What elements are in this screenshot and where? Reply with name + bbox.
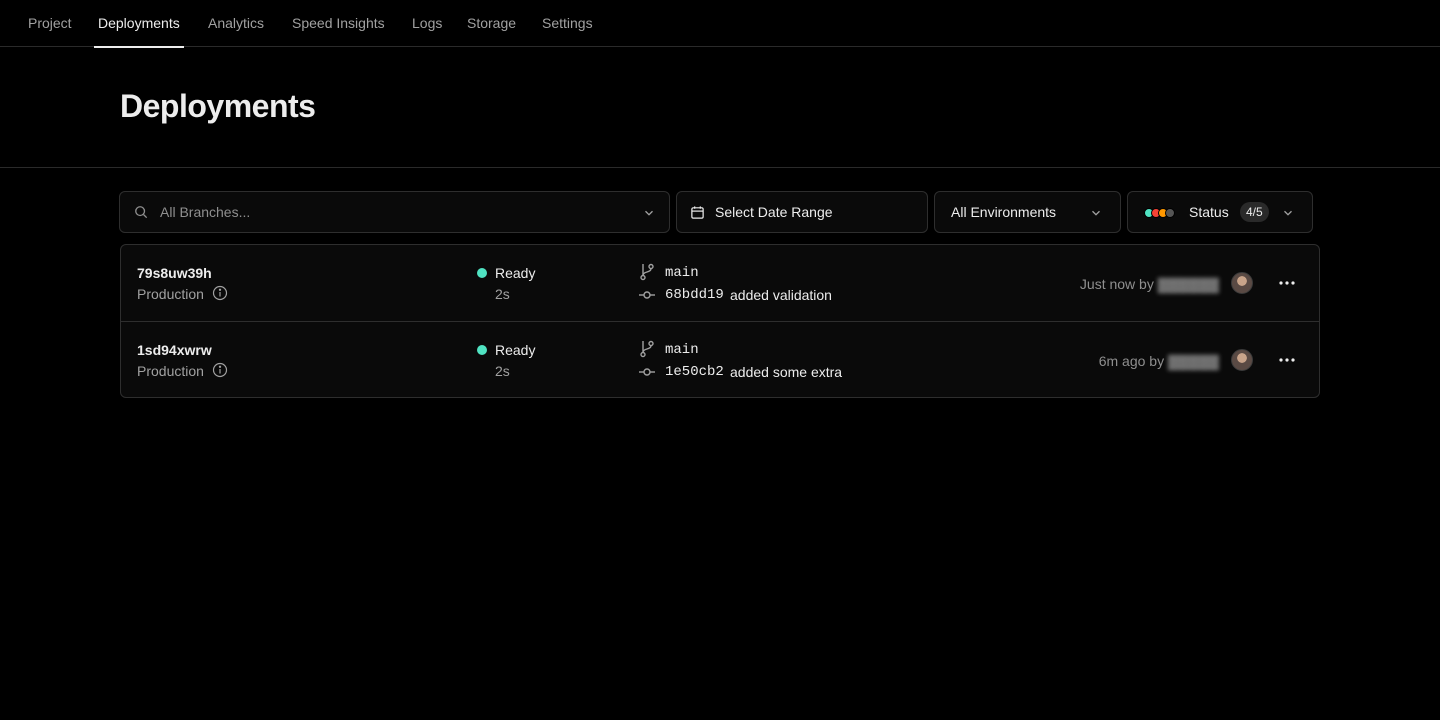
chevron-down-icon: [1092, 210, 1100, 216]
status-dots-icon: [1144, 208, 1178, 218]
deployment-meta: Just now by ▓▓▓▓▓▓: [1080, 276, 1219, 292]
deployment-meta: 6m ago by ▓▓▓▓▓: [1099, 353, 1219, 369]
deployment-row[interactable]: 1sd94xwrw Production Ready 2s main 1e50c…: [121, 321, 1319, 397]
more-horizontal-icon[interactable]: [1275, 348, 1299, 372]
tab-logs[interactable]: Logs: [412, 0, 442, 47]
calendar-icon: [691, 206, 704, 219]
deployment-time: 6m ago by: [1098, 353, 1165, 369]
author-name: ▓▓▓▓▓: [1167, 353, 1219, 369]
chevron-down-icon: [645, 210, 653, 216]
status-label: Status: [1189, 204, 1229, 220]
deployment-time: Just now by: [1079, 276, 1154, 292]
author-name: ▓▓▓▓▓▓: [1157, 276, 1219, 292]
commit-sha[interactable]: 1e50cb2: [665, 364, 724, 380]
status-dot: [477, 345, 487, 355]
branch-name[interactable]: main: [665, 265, 699, 281]
status-count-badge: 4/5: [1240, 202, 1269, 222]
status-dot: [477, 268, 487, 278]
date-range-picker[interactable]: Select Date Range: [676, 191, 928, 233]
git-branch-icon: [640, 263, 654, 281]
branch-search-placeholder: All Branches...: [160, 204, 251, 220]
git-branch-icon: [640, 340, 654, 358]
commit-sha[interactable]: 68bdd19: [665, 287, 724, 303]
avatar[interactable]: [1231, 349, 1253, 371]
info-icon[interactable]: [212, 285, 228, 301]
avatar[interactable]: [1231, 272, 1253, 294]
environment-select[interactable]: All Environments: [934, 191, 1121, 233]
tab-analytics[interactable]: Analytics: [208, 0, 264, 47]
deployment-environment: Production: [137, 286, 204, 302]
commit-message: added validation: [730, 287, 832, 303]
page-title: Deployments: [120, 88, 316, 124]
branch-name[interactable]: main: [665, 342, 699, 358]
status-filter[interactable]: Status 4/5: [1127, 191, 1313, 233]
branch-search-input[interactable]: All Branches...: [119, 191, 670, 233]
deployment-duration: 2s: [495, 286, 510, 302]
deployment-status: Ready: [495, 342, 536, 358]
deployments-list: 79s8uw39h Production Ready 2s main 68bdd…: [120, 244, 1320, 398]
more-horizontal-icon[interactable]: [1275, 271, 1299, 295]
search-icon: [135, 206, 148, 219]
date-range-label: Select Date Range: [715, 204, 833, 220]
git-commit-icon: [639, 368, 655, 376]
tab-settings[interactable]: Settings: [542, 0, 593, 47]
deployment-id[interactable]: 1sd94xwrw: [137, 342, 212, 358]
info-icon[interactable]: [212, 362, 228, 378]
header-divider: [0, 167, 1440, 168]
chevron-down-icon: [1284, 210, 1292, 216]
git-commit-icon: [639, 291, 655, 299]
top-nav: Project Deployments Analytics Speed Insi…: [0, 0, 1440, 48]
tab-speed-insights[interactable]: Speed Insights: [292, 0, 385, 47]
deployment-row[interactable]: 79s8uw39h Production Ready 2s main 68bdd…: [121, 245, 1319, 321]
deployment-status: Ready: [495, 265, 536, 281]
deployment-id[interactable]: 79s8uw39h: [137, 265, 212, 281]
tab-storage[interactable]: Storage: [467, 0, 516, 47]
tab-deployments[interactable]: Deployments: [94, 0, 184, 48]
environment-label: All Environments: [951, 204, 1057, 220]
commit-message: added some extra: [730, 364, 843, 380]
tab-project[interactable]: Project: [28, 0, 72, 47]
deployment-environment: Production: [137, 363, 204, 379]
deployment-duration: 2s: [495, 363, 510, 379]
